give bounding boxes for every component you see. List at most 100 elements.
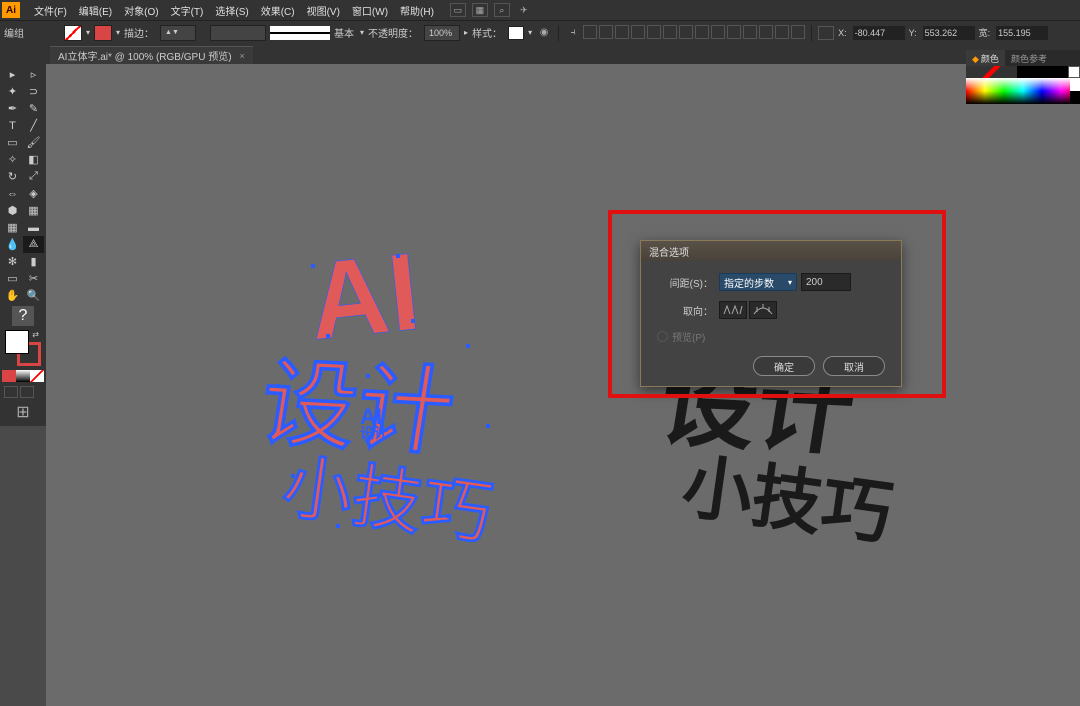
stroke-swatch[interactable] <box>94 25 112 41</box>
align-group: ⫞ <box>565 25 805 41</box>
swatch-none[interactable] <box>966 66 1017 78</box>
free-transform-tool[interactable]: ◈ <box>23 185 44 202</box>
rotate-tool[interactable]: ↻ <box>2 168 23 185</box>
stroke-weight-input[interactable]: ▲▼ <box>160 25 196 41</box>
preview-checkbox[interactable] <box>657 331 668 342</box>
fill-swatch[interactable] <box>64 25 82 41</box>
shaper-tool[interactable]: ✧ <box>2 151 23 168</box>
align-btn-8[interactable] <box>695 25 709 39</box>
align-btn-10[interactable] <box>727 25 741 39</box>
fill-color[interactable] <box>5 330 29 354</box>
paintbrush-tool[interactable]: 🖌 <box>23 134 44 151</box>
recolor-icon[interactable]: ◉ <box>536 25 552 41</box>
swatch-black[interactable] <box>1017 66 1068 78</box>
x-input[interactable]: -80.447 <box>853 26 905 40</box>
transform-ref-icon[interactable] <box>818 26 834 40</box>
menu-view[interactable]: 视图(V) <box>301 3 346 18</box>
blend-tool[interactable]: ⟁ <box>23 236 44 253</box>
svg-text:设计: 设计 <box>253 351 462 467</box>
swap-fill-stroke-icon[interactable]: ⇄ <box>32 330 39 339</box>
menu-edit[interactable]: 编辑(E) <box>73 3 118 18</box>
style-swatch[interactable] <box>508 26 524 40</box>
orient-page-button[interactable] <box>719 301 747 319</box>
tab-close-icon[interactable]: × <box>240 51 245 61</box>
opacity-input[interactable]: 100% <box>424 25 460 41</box>
scale-tool[interactable]: ⤢ <box>23 168 44 185</box>
menu-select[interactable]: 选择(S) <box>209 3 254 18</box>
align-btn-2[interactable] <box>599 25 613 39</box>
shape-builder-tool[interactable]: ⬢ <box>2 202 23 219</box>
align-btn-13[interactable] <box>775 25 789 39</box>
fill-stroke-control[interactable]: ⇄ <box>5 330 41 366</box>
toggle-fill-stroke[interactable]: ? <box>12 306 34 326</box>
edit-toolbar-icon[interactable]: ⊞ <box>12 402 34 422</box>
orient-path-button[interactable] <box>749 301 777 319</box>
swatch-white[interactable] <box>1068 66 1080 78</box>
ok-button[interactable]: 确定 <box>753 356 815 376</box>
zoom-tool[interactable]: 🔍 <box>23 287 44 304</box>
chip-color[interactable] <box>2 370 16 382</box>
magic-wand-tool[interactable]: ✦ <box>2 83 23 100</box>
panel-tab-color-guide[interactable]: 颜色参考 <box>1005 50 1053 66</box>
mesh-tool[interactable]: ▦ <box>2 219 23 236</box>
slice-tool[interactable]: ✂ <box>23 270 44 287</box>
color-spectrum[interactable] <box>966 78 1080 104</box>
width-tool[interactable]: ⇔ <box>2 185 23 202</box>
chip-none[interactable] <box>30 370 44 382</box>
align-btn-4[interactable] <box>631 25 645 39</box>
swatch-strip <box>966 66 1080 78</box>
menu-help[interactable]: 帮助(H) <box>394 3 440 18</box>
eraser-tool[interactable]: ◧ <box>23 151 44 168</box>
align-btn-7[interactable] <box>679 25 693 39</box>
align-btn-9[interactable] <box>711 25 725 39</box>
menu-file[interactable]: 文件(F) <box>28 3 73 18</box>
workspace-icon[interactable]: ▭ <box>450 3 466 17</box>
share-icon[interactable]: ✈ <box>516 3 532 17</box>
pen-tool[interactable]: ✒ <box>2 100 23 117</box>
screen-mode-full[interactable] <box>20 386 34 398</box>
align-btn-12[interactable] <box>759 25 773 39</box>
curvature-tool[interactable]: ✎ <box>23 100 44 117</box>
preview-label: 预览(P) <box>672 329 705 344</box>
hand-tool[interactable]: ✋ <box>2 287 23 304</box>
cancel-button[interactable]: 取消 <box>823 356 885 376</box>
chip-gradient[interactable] <box>16 370 30 382</box>
align-btn-3[interactable] <box>615 25 629 39</box>
align-btn-5[interactable] <box>647 25 661 39</box>
w-input[interactable]: 155.195 <box>996 26 1048 40</box>
align-btn-1[interactable] <box>583 25 597 39</box>
graph-tool[interactable]: ▮ <box>23 253 44 270</box>
document-tab[interactable]: AI立体字.ai* @ 100% (RGB/GPU 预览) × <box>50 46 253 64</box>
lasso-tool[interactable]: ⊃ <box>23 83 44 100</box>
align-btn-14[interactable] <box>791 25 805 39</box>
brush-select[interactable] <box>270 26 330 40</box>
spacing-value-input[interactable] <box>801 273 851 291</box>
spacing-select[interactable]: 指定的步数▾ <box>719 273 797 291</box>
rectangle-tool[interactable]: ▭ <box>2 134 23 151</box>
align-btn-11[interactable] <box>743 25 757 39</box>
artboard-tool[interactable]: ▭ <box>2 270 23 287</box>
perspective-tool[interactable]: ▦ <box>23 202 44 219</box>
menu-object[interactable]: 对象(O) <box>118 3 164 18</box>
artwork-red-selected[interactable]: AI 设计 小技巧 AI 设计 <box>216 224 536 544</box>
line-tool[interactable]: ╱ <box>23 117 44 134</box>
eyedropper-tool[interactable]: 💧 <box>2 236 23 253</box>
svg-text:AI: AI <box>303 230 425 364</box>
profile-select[interactable] <box>210 25 266 41</box>
screen-mode-normal[interactable] <box>4 386 18 398</box>
menu-effect[interactable]: 效果(C) <box>255 3 301 18</box>
gradient-tool[interactable]: ▬ <box>23 219 44 236</box>
align-left-icon[interactable]: ⫞ <box>565 25 581 41</box>
align-btn-6[interactable] <box>663 25 677 39</box>
selection-tool[interactable]: ▸ <box>2 66 23 83</box>
canvas[interactable]: AI 设计 小技巧 AI 设计 AI 设计 小技巧 <box>46 64 1080 706</box>
direct-selection-tool[interactable]: ▹ <box>23 66 44 83</box>
panel-tab-color[interactable]: ◆颜色 <box>966 50 1005 66</box>
menu-window[interactable]: 窗口(W) <box>346 3 394 18</box>
search-icon[interactable]: ⌕ <box>494 3 510 17</box>
menu-type[interactable]: 文字(T) <box>165 3 210 18</box>
symbol-sprayer-tool[interactable]: ✻ <box>2 253 23 270</box>
type-tool[interactable]: T <box>2 117 23 134</box>
y-input[interactable]: 553.262 <box>923 26 975 40</box>
arrange-icon[interactable]: ▦ <box>472 3 488 17</box>
